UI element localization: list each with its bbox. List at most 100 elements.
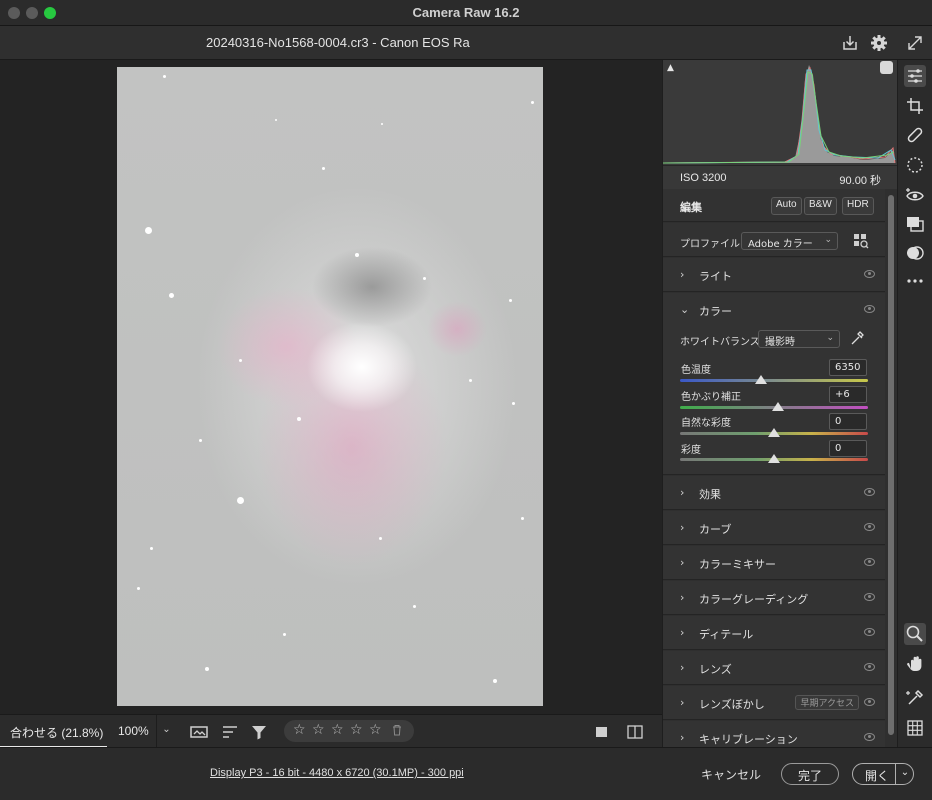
eye-icon[interactable]	[864, 628, 875, 636]
tint-slider-thumb[interactable]	[771, 402, 784, 411]
scrollbar-thumb[interactable]	[888, 195, 894, 735]
crop-icon[interactable]	[904, 95, 926, 117]
window-title: Camera Raw 16.2	[412, 5, 520, 20]
fullscreen-icon[interactable]	[905, 33, 925, 53]
chevron-right-icon: ›	[680, 521, 685, 534]
profile-label: プロファイル	[680, 239, 740, 250]
eye-icon[interactable]	[864, 558, 875, 566]
saturation-slider-thumb[interactable]	[768, 454, 780, 463]
preview-toolbar: 合わせる (21.8%) 100% ⌄ ☆ ☆ ☆ ☆ ☆	[0, 714, 662, 748]
section-color-grading[interactable]: › カラーグレーディング	[663, 581, 885, 615]
section-light[interactable]: › ライト	[663, 258, 885, 292]
panel-scrollbar[interactable]	[885, 189, 897, 747]
open-button-label: 開く	[865, 769, 890, 783]
chevron-right-icon: ›	[680, 731, 685, 744]
masking-icon[interactable]	[904, 154, 926, 176]
auto-button[interactable]: Auto	[771, 197, 802, 215]
bw-button[interactable]: B&W	[804, 197, 837, 215]
eye-icon[interactable]	[864, 663, 875, 671]
vibrance-value[interactable]: 0	[829, 413, 867, 430]
section-lens-blur[interactable]: › レンズぼかし 早期アクセス	[663, 686, 885, 720]
hand-tool-icon[interactable]	[904, 652, 926, 674]
section-label: カラーグレーディング	[699, 593, 809, 606]
more-icon[interactable]	[904, 270, 926, 292]
gear-icon[interactable]	[869, 33, 889, 53]
section-lens[interactable]: › レンズ	[663, 651, 885, 685]
white-balance-select[interactable]: 撮影時 ⌄	[758, 330, 840, 348]
chevron-right-icon: ›	[680, 626, 685, 639]
zoom-100-button[interactable]: 100%	[108, 715, 156, 748]
section-color[interactable]: ⌄ カラー	[663, 293, 885, 329]
red-eye-icon[interactable]	[904, 184, 926, 206]
color-panel-body: ホワイトバランス 撮影時 ⌄ 色温度 6350 色かぶり補正 +6 自然な彩度 …	[663, 329, 885, 475]
filmstrip-icon[interactable]	[189, 722, 209, 742]
color-sampler-icon[interactable]	[904, 687, 926, 709]
zoom-tool-icon[interactable]	[904, 623, 926, 645]
profile-select[interactable]: Adobe カラー ⌄	[741, 232, 838, 250]
before-after-split-icon[interactable]	[625, 722, 645, 742]
edit-sliders-icon[interactable]	[904, 65, 926, 87]
tint-value[interactable]: +6	[829, 386, 867, 403]
profile-value: Adobe カラー	[748, 239, 813, 250]
white-balance-value: 撮影時	[765, 337, 795, 348]
chevron-right-icon: ›	[680, 696, 685, 709]
eye-icon[interactable]	[864, 270, 875, 278]
presets-icon[interactable]	[904, 242, 926, 264]
open-button[interactable]: 開く ⌄	[852, 763, 914, 785]
filter-icon[interactable]	[249, 722, 269, 742]
workflow-options-link[interactable]: Display P3 - 16 bit - 4480 x 6720 (30.1M…	[210, 767, 464, 779]
eye-icon[interactable]	[864, 305, 875, 313]
chevron-right-icon: ›	[680, 591, 685, 604]
zoom-dropdown[interactable]: ⌄	[156, 715, 176, 748]
trash-icon[interactable]	[392, 724, 402, 736]
rating-star[interactable]: ☆	[312, 722, 325, 738]
rating-star[interactable]: ☆	[350, 722, 363, 738]
vibrance-slider-thumb[interactable]	[768, 428, 780, 437]
saturation-label: 彩度	[681, 445, 701, 456]
edit-title: 編集	[680, 201, 702, 214]
eyedropper-icon[interactable]	[849, 329, 865, 347]
early-access-badge: 早期アクセス	[795, 695, 859, 710]
eye-icon[interactable]	[864, 523, 875, 531]
temperature-track[interactable]	[680, 379, 868, 382]
grid-overlay-icon[interactable]	[904, 717, 926, 739]
section-label: ディテール	[699, 628, 754, 641]
temperature-slider-thumb[interactable]	[754, 375, 767, 384]
rating-star[interactable]: ☆	[369, 722, 382, 738]
profile-row: プロファイル Adobe カラー ⌄	[663, 223, 885, 257]
section-label: レンズ	[699, 663, 732, 676]
chevron-right-icon: ›	[680, 486, 685, 499]
snapshots-icon[interactable]	[904, 213, 926, 235]
eye-icon[interactable]	[864, 733, 875, 741]
zoom-fit-button[interactable]: 合わせる (21.8%)	[0, 715, 107, 748]
star-rating[interactable]: ☆ ☆ ☆ ☆ ☆	[284, 720, 414, 742]
eye-icon[interactable]	[864, 593, 875, 601]
saturation-value[interactable]: 0	[829, 440, 867, 457]
section-curve[interactable]: › カーブ	[663, 511, 885, 545]
status-bar: Display P3 - 16 bit - 4480 x 6720 (30.1M…	[0, 747, 932, 800]
section-effects[interactable]: › 効果	[663, 476, 885, 510]
section-label: カラーミキサー	[699, 558, 776, 571]
file-title: 20240316-No1568-0004.cr3 - Canon EOS Ra	[206, 35, 470, 50]
rating-star[interactable]: ☆	[293, 722, 306, 738]
done-button[interactable]: 完了	[781, 763, 839, 785]
sort-icon[interactable]	[220, 722, 240, 742]
profile-browser-icon[interactable]	[853, 233, 869, 249]
chevron-down-icon[interactable]: ⌄	[895, 764, 914, 784]
image-preview-area[interactable]	[0, 60, 662, 714]
section-color-mixer[interactable]: › カラーミキサー	[663, 546, 885, 580]
hdr-button[interactable]: HDR	[842, 197, 874, 215]
eye-icon[interactable]	[864, 698, 875, 706]
photo-preview[interactable]	[117, 67, 543, 706]
temperature-value[interactable]: 6350	[829, 359, 867, 376]
section-calibration[interactable]: › キャリブレーション	[663, 721, 885, 747]
cancel-button[interactable]: キャンセル	[696, 763, 766, 785]
eye-icon[interactable]	[864, 488, 875, 496]
save-image-icon[interactable]	[840, 33, 860, 53]
section-detail[interactable]: › ディテール	[663, 616, 885, 650]
temperature-label: 色温度	[681, 365, 711, 376]
section-label: ライト	[699, 270, 732, 283]
rating-star[interactable]: ☆	[331, 722, 344, 738]
before-after-single-icon[interactable]	[592, 722, 612, 742]
healing-icon[interactable]	[904, 124, 926, 146]
